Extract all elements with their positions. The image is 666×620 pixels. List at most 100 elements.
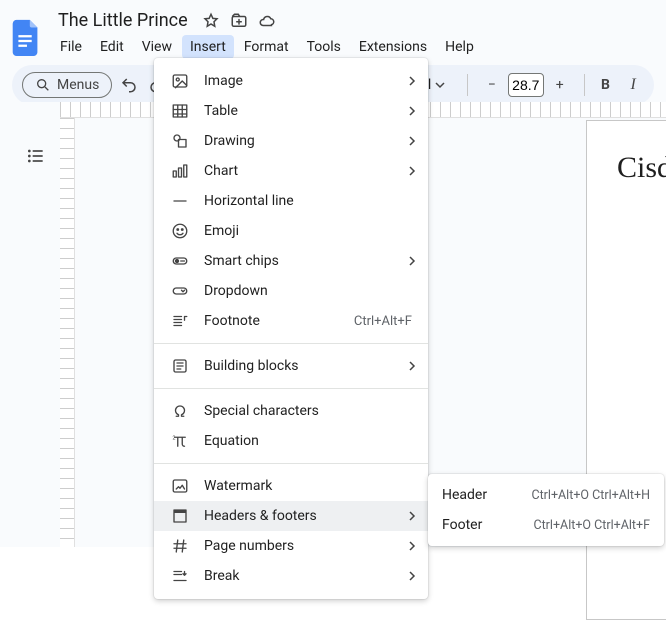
break-icon (171, 567, 189, 585)
page-text: Cisden (617, 151, 666, 184)
submenu-item-label: Footer (442, 517, 482, 533)
pi-icon: 2 (171, 432, 189, 450)
image-icon-wrap (170, 71, 190, 91)
insert-smart-chips[interactable]: Smart chips (154, 246, 428, 276)
menu-format[interactable]: Format (236, 35, 297, 59)
chart-icon-wrap (170, 161, 190, 181)
insert-image[interactable]: Image (154, 66, 428, 96)
insert-special-characters[interactable]: Special characters (154, 396, 428, 426)
headers-footers-submenu: HeaderCtrl+Alt+O Ctrl+Alt+H Footer Ctrl+Al… (428, 474, 664, 546)
submenu-arrow-icon (408, 361, 416, 371)
dropdown-icon (171, 282, 189, 300)
insert-emoji[interactable]: Emoji (154, 216, 428, 246)
watermark-icon-wrap (170, 476, 190, 496)
insert-footnote[interactable]: Footnote Ctrl+Alt+F (154, 306, 428, 336)
menu-item-label: Footnote (204, 313, 260, 329)
font-size-increase[interactable]: + (546, 71, 574, 99)
toolbar-separator (467, 74, 468, 96)
menu-item-label: Drawing (204, 133, 255, 149)
list-icon (26, 146, 46, 166)
emoji-icon-wrap (170, 221, 190, 241)
submenu-arrow-icon (408, 541, 416, 551)
outline-toggle[interactable] (20, 140, 52, 172)
watermark-icon (171, 477, 189, 495)
menu-item-label: Table (204, 103, 238, 119)
docs-logo[interactable] (8, 19, 44, 55)
drawing-icon (171, 132, 189, 150)
drawing-icon-wrap (170, 131, 190, 151)
star-icon[interactable] (202, 12, 220, 30)
bold-button[interactable]: B (595, 71, 617, 99)
submenu-arrow (408, 166, 416, 176)
blocks-icon-wrap (170, 356, 190, 376)
footnote-icon (171, 312, 189, 330)
hash-icon-wrap (170, 536, 190, 556)
submenu-arrow (408, 541, 416, 551)
undo-button[interactable] (118, 71, 140, 99)
submenu-item-shortcut: Ctrl+Alt+O Ctrl+Alt+H (531, 488, 650, 503)
image-icon (171, 72, 189, 90)
italic-button[interactable]: I (622, 71, 644, 99)
insert-chart[interactable]: Chart (154, 156, 428, 186)
hash-icon (171, 537, 189, 555)
menu-item-label: Dropdown (204, 283, 268, 299)
menu-item-label: Chart (204, 163, 238, 179)
ruler-vertical[interactable] (60, 118, 75, 547)
insert-headers-footers[interactable]: Headers & footers (154, 501, 428, 531)
submenu-arrow (408, 361, 416, 371)
menu-item-label: Special characters (204, 403, 319, 419)
cloud-icon[interactable] (258, 12, 276, 30)
submenu-arrow-icon (408, 571, 416, 581)
insert-building-blocks[interactable]: Building blocks (154, 351, 428, 381)
menus-search[interactable]: Menus (22, 72, 112, 98)
insert-table[interactable]: Table (154, 96, 428, 126)
titlebar: The Little Prince File Edit View Insert … (0, 0, 666, 65)
chevron-down-icon (435, 80, 445, 90)
submenu-arrow (408, 136, 416, 146)
menu-item-label: Watermark (204, 478, 272, 494)
pi-icon-wrap: 2 (170, 431, 190, 451)
menus-search-label: Menus (57, 77, 99, 93)
menu-insert[interactable]: Insert (182, 35, 234, 59)
move-icon[interactable] (230, 12, 248, 30)
dropdown-icon-wrap (170, 281, 190, 301)
insert-watermark[interactable]: Watermark (154, 471, 428, 501)
menu-edit[interactable]: Edit (92, 35, 132, 59)
menu-item-label: Emoji (204, 223, 239, 239)
headers-footers-footer[interactable]: Footer Ctrl+Alt+O Ctrl+Alt+F (428, 510, 664, 540)
insert-page-numbers[interactable]: Page numbers (154, 531, 428, 561)
insert-drawing[interactable]: Drawing (154, 126, 428, 156)
insert-horizontal-line[interactable]: Horizontal line (154, 186, 428, 216)
menu-separator (154, 388, 428, 389)
insert-dropdown[interactable]: Dropdown (154, 276, 428, 306)
menu-item-label: Smart chips (204, 253, 279, 269)
hr-icon (171, 192, 189, 210)
undo-icon (120, 76, 138, 94)
menu-file[interactable]: File (52, 35, 90, 59)
insert-equation[interactable]: 2Equation (154, 426, 428, 456)
menu-tools[interactable]: Tools (299, 35, 349, 59)
submenu-arrow-icon (408, 76, 416, 86)
insert-menu-dropdown: Image Table Drawing Chart Horizontal line Emo… (154, 58, 428, 599)
menu-item-label: Page numbers (204, 538, 294, 554)
headers-icon (171, 507, 189, 525)
font-size-decrease[interactable]: − (478, 71, 506, 99)
menu-extensions[interactable]: Extensions (351, 35, 435, 59)
menu-item-label: Image (204, 73, 243, 89)
chart-icon (171, 162, 189, 180)
blocks-icon (171, 357, 189, 375)
headers-footers-header[interactable]: HeaderCtrl+Alt+O Ctrl+Alt+H (428, 480, 664, 510)
insert-break[interactable]: Break (154, 561, 428, 591)
menu-help[interactable]: Help (437, 35, 482, 59)
menu-item-label: Horizontal line (204, 193, 294, 209)
menu-item-label: Building blocks (204, 358, 299, 374)
submenu-arrow (408, 571, 416, 581)
smartchips-icon-wrap (170, 251, 190, 271)
menu-view[interactable]: View (134, 35, 180, 59)
menu-separator (154, 463, 428, 464)
document-title[interactable]: The Little Prince (52, 8, 194, 33)
font-size-input[interactable] (508, 73, 544, 97)
menu-item-shortcut: Ctrl+Alt+F (354, 314, 412, 329)
hr-icon-wrap (170, 191, 190, 211)
submenu-item-shortcut: Ctrl+Alt+O Ctrl+Alt+F (533, 518, 650, 533)
